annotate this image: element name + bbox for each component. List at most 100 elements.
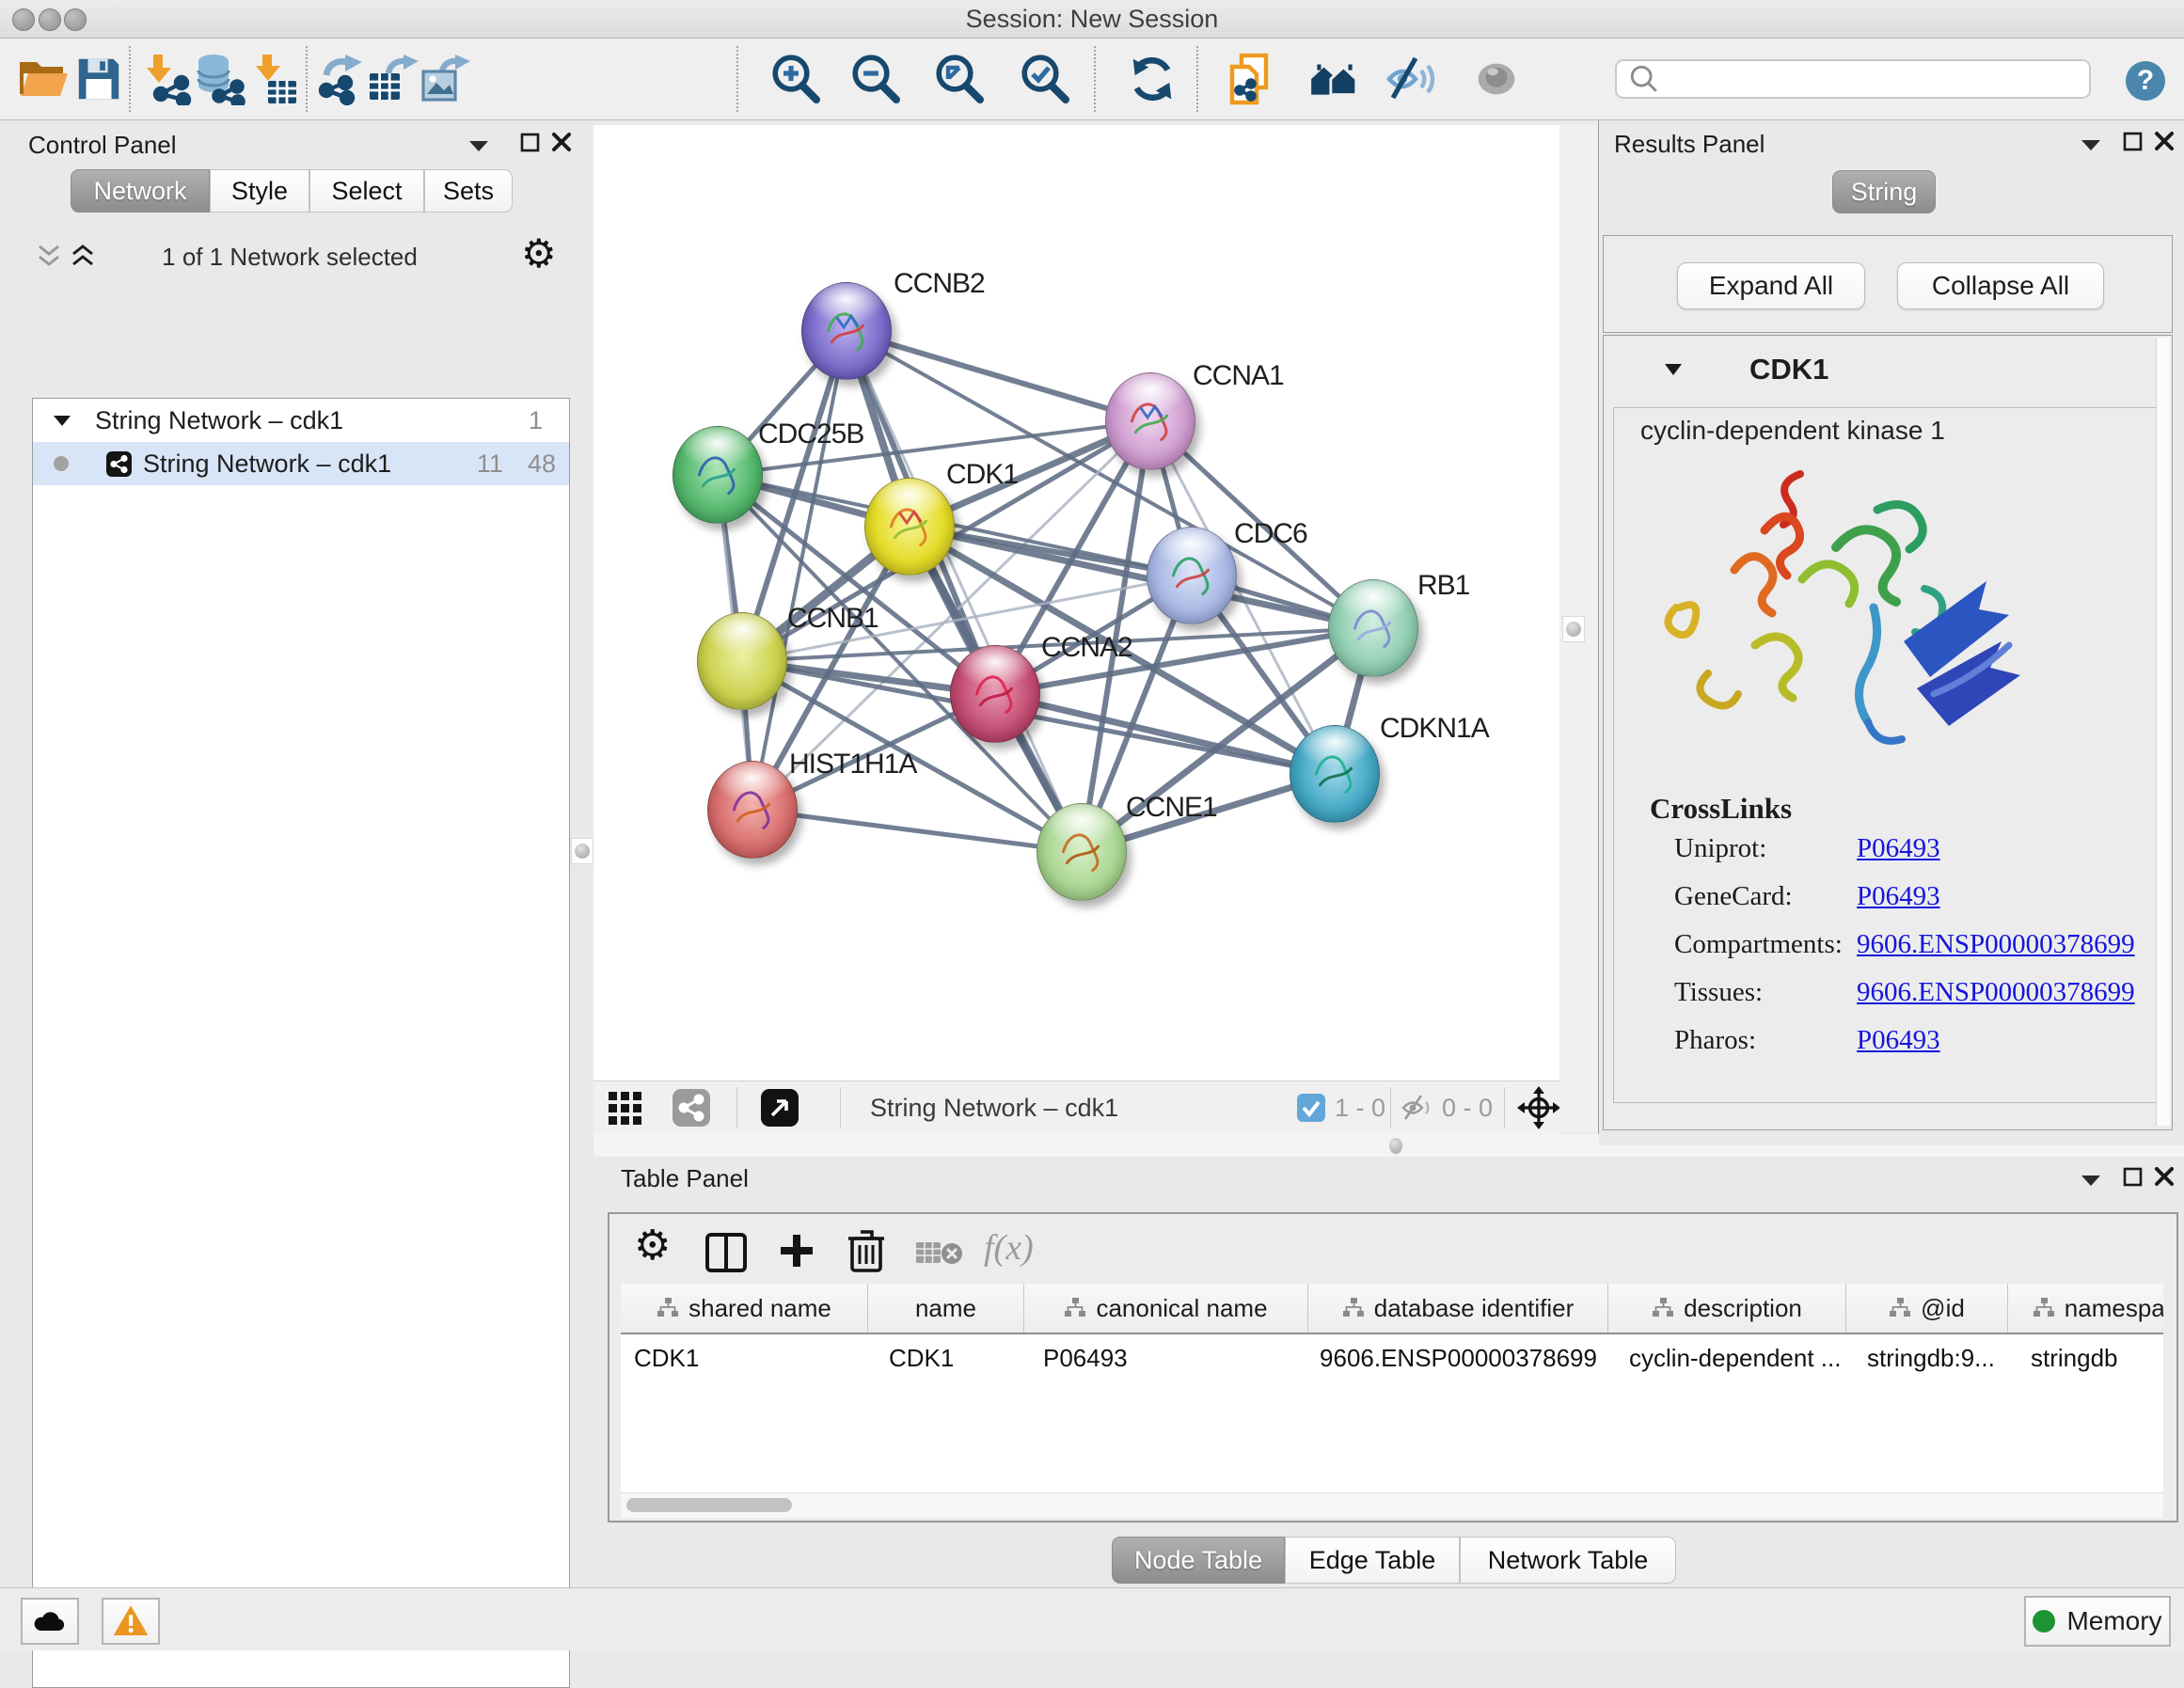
expand-all-button[interactable]: Expand All	[1677, 262, 1865, 309]
network-edge[interactable]	[752, 810, 1082, 852]
tab-string[interactable]: String	[1832, 170, 1936, 213]
column-header[interactable]: description	[1608, 1284, 1846, 1333]
column-header[interactable]: shared name	[621, 1284, 868, 1333]
panel-menu-icon[interactable]	[468, 139, 489, 152]
table-cell[interactable]: CDK1	[621, 1334, 868, 1381]
tree-expander-icon[interactable]	[54, 415, 71, 427]
delete-table-icon[interactable]	[916, 1238, 965, 1269]
network-collection-row[interactable]: String Network – cdk1 1	[33, 399, 569, 442]
network-node-CCNA2[interactable]	[950, 645, 1040, 743]
crosslink-tissues-link[interactable]: 9606.ENSP00000378699	[1857, 977, 2144, 1025]
network-view-canvas[interactable]: CCNB2CCNA1CDC25BCDK1CDC6RB1CCNB1CCNA2CDK…	[593, 125, 1559, 1081]
expand-all-icon[interactable]	[70, 242, 96, 270]
network-node-CDKN1A[interactable]	[1290, 725, 1380, 823]
string-view-icon[interactable]	[673, 1089, 710, 1127]
network-edge[interactable]	[752, 331, 847, 810]
splitter-handle[interactable]	[571, 838, 593, 864]
warnings-button[interactable]	[102, 1598, 160, 1645]
zoom-fit-icon[interactable]	[932, 52, 987, 106]
export-table-icon[interactable]	[365, 52, 419, 106]
selected-checkbox-icon[interactable]	[1297, 1094, 1325, 1122]
search-box[interactable]	[1615, 59, 2091, 99]
column-header[interactable]: namespace	[2008, 1284, 2163, 1333]
refresh-icon[interactable]	[1125, 52, 1179, 106]
column-header[interactable]: @id	[1846, 1284, 2008, 1333]
crosslink-genecard-link[interactable]: P06493	[1857, 881, 2144, 929]
panel-menu-icon[interactable]	[2081, 138, 2101, 151]
column-header[interactable]: canonical name	[1024, 1284, 1308, 1333]
column-header[interactable]: database identifier	[1308, 1284, 1608, 1333]
save-session-icon[interactable]	[71, 52, 126, 106]
tab-network-table[interactable]: Network Table	[1460, 1537, 1676, 1584]
network-node-CDK1[interactable]	[864, 478, 955, 576]
crosslink-pharos-link[interactable]: P06493	[1857, 1025, 2144, 1073]
export-network-icon[interactable]	[312, 52, 367, 106]
import-network-database-icon[interactable]	[192, 52, 246, 106]
delete-column-icon[interactable]	[847, 1229, 886, 1272]
home-icon[interactable]	[1307, 52, 1362, 106]
panel-close-icon[interactable]	[2154, 131, 2175, 151]
zoom-selected-icon[interactable]	[1018, 52, 1072, 106]
network-node-RB1[interactable]	[1328, 579, 1418, 677]
cloud-status-button[interactable]	[21, 1598, 79, 1645]
table-cell[interactable]: CDK1	[868, 1334, 1024, 1381]
panel-close-icon[interactable]	[551, 132, 572, 152]
table-row[interactable]: CDK1 CDK1 P06493 9606.ENSP00000378699 cy…	[621, 1334, 2163, 1381]
tab-network[interactable]: Network	[71, 169, 210, 213]
help-icon[interactable]: ?	[2126, 61, 2165, 101]
network-row-selected[interactable]: String Network – cdk1 11 48	[33, 442, 569, 485]
crosslink-compartments-link[interactable]: 9606.ENSP00000378699	[1857, 929, 2144, 977]
detach-view-icon[interactable]	[761, 1089, 799, 1127]
hide-selected-icon[interactable]	[1385, 52, 1439, 106]
network-node-CCNB1[interactable]	[697, 612, 787, 710]
export-image-icon[interactable]	[417, 52, 471, 106]
clone-network-icon[interactable]	[1226, 52, 1280, 106]
network-node-CDC6[interactable]	[1147, 527, 1237, 624]
table-cell[interactable]: stringdb:9...	[1846, 1334, 2008, 1381]
panel-close-icon[interactable]	[2154, 1166, 2175, 1187]
collapse-all-icon[interactable]	[36, 242, 62, 270]
zoom-in-icon[interactable]	[768, 52, 823, 106]
memory-button[interactable]: Memory	[2024, 1596, 2171, 1647]
function-builder-icon[interactable]: f(x)	[984, 1227, 1034, 1269]
table-scrollbar-track[interactable]	[621, 1492, 2163, 1518]
pan-crosshair-icon[interactable]	[1517, 1086, 1560, 1129]
network-node-CDC25B[interactable]	[673, 426, 763, 524]
panel-float-icon[interactable]	[519, 132, 542, 154]
open-session-icon[interactable]	[17, 52, 71, 106]
panel-float-icon[interactable]	[2122, 1166, 2144, 1189]
grid-view-icon[interactable]	[609, 1092, 642, 1126]
tab-select[interactable]: Select	[309, 169, 424, 213]
network-edge[interactable]	[847, 331, 1150, 421]
tab-style[interactable]: Style	[210, 169, 309, 213]
zoom-out-icon[interactable]	[848, 52, 903, 106]
network-node-CCNA1[interactable]	[1105, 372, 1195, 470]
network-node-CCNB2[interactable]	[801, 282, 892, 380]
tab-sets[interactable]: Sets	[424, 169, 513, 213]
show-all-icon[interactable]	[1469, 52, 1524, 106]
section-expander-icon[interactable]	[1664, 362, 1683, 376]
table-cell[interactable]: cyclin-dependent ...	[1608, 1334, 1846, 1381]
search-input[interactable]	[1668, 64, 2089, 95]
results-scrollbar[interactable]	[2156, 338, 2170, 1126]
splitter-handle[interactable]	[1562, 616, 1585, 642]
collapse-all-button[interactable]: Collapse All	[1897, 262, 2104, 309]
import-table-icon[interactable]	[246, 52, 301, 106]
crosslink-uniprot-link[interactable]: P06493	[1857, 833, 2144, 881]
table-cell[interactable]: P06493	[1024, 1334, 1308, 1381]
table-scrollbar-thumb[interactable]	[626, 1498, 792, 1512]
column-header[interactable]: name	[868, 1284, 1024, 1333]
table-cell[interactable]: stringdb	[2008, 1334, 2163, 1381]
panel-menu-icon[interactable]	[2081, 1174, 2101, 1187]
tab-edge-table[interactable]: Edge Table	[1285, 1537, 1460, 1584]
table-cell[interactable]: 9606.ENSP00000378699	[1308, 1334, 1608, 1381]
show-columns-icon[interactable]	[705, 1233, 747, 1272]
add-column-icon[interactable]	[777, 1233, 816, 1272]
network-node-HIST1H1A[interactable]	[707, 761, 798, 859]
table-options-gear-icon[interactable]: ⚙	[634, 1225, 671, 1267]
network-options-gear-icon[interactable]: ⚙	[521, 234, 557, 274]
import-network-icon[interactable]	[139, 52, 194, 106]
network-node-CCNE1[interactable]	[1037, 803, 1127, 901]
panel-float-icon[interactable]	[2122, 131, 2144, 153]
tab-node-table[interactable]: Node Table	[1112, 1537, 1285, 1584]
